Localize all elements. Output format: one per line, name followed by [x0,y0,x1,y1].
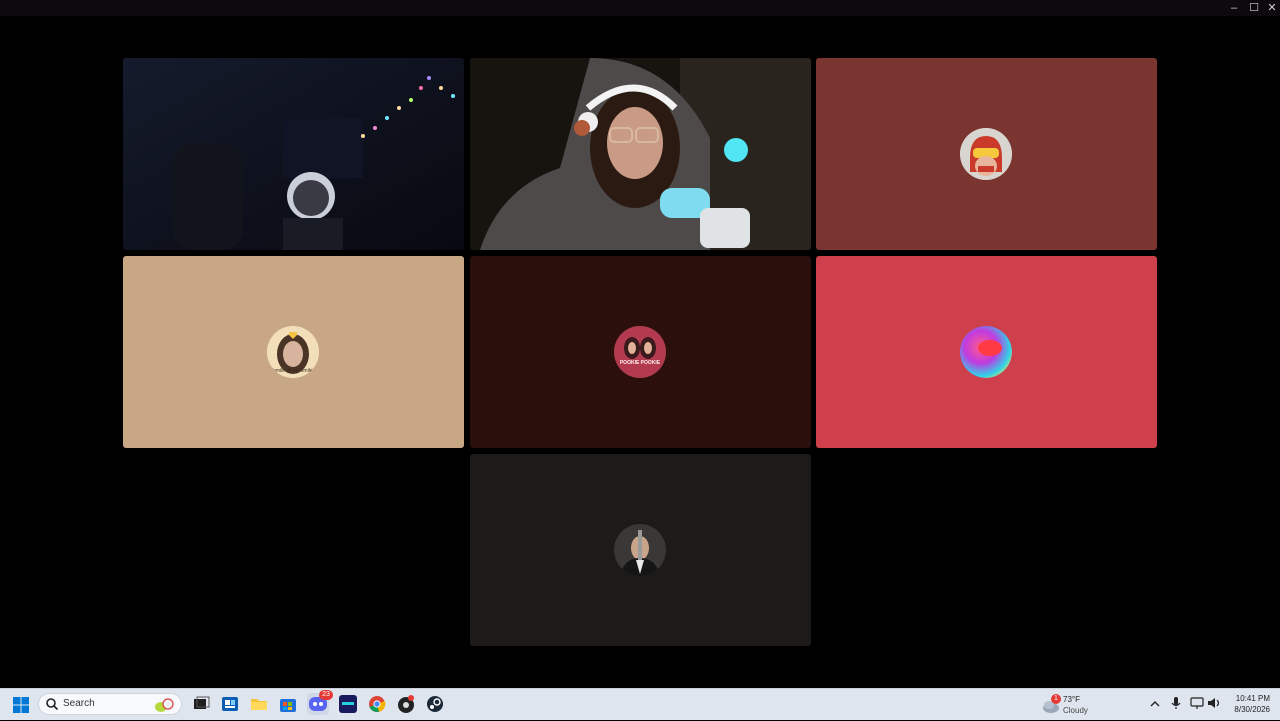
participant-2-video [470,58,811,250]
amazon-music-button[interactable] [337,693,359,715]
volume-tray[interactable] [1207,696,1221,715]
discord-notification-badge: 23 [319,690,333,700]
clock-date: 8/30/2026 [1234,705,1270,714]
task-view-icon [194,696,210,709]
task-view-button[interactable] [190,693,212,715]
weather-temperature: 73°F [1063,695,1080,704]
avatar-caption: *smile all my smile* [271,368,315,374]
microphone-tray[interactable] [1170,696,1182,715]
photo-avatar: *smile all my smile* [267,326,319,378]
network-icon [1190,697,1204,709]
store-bag-icon [280,699,296,712]
file-explorer-button[interactable] [248,693,270,715]
participant-1-video [123,58,464,250]
participant-tile-3[interactable] [816,58,1157,250]
window-title-bar: – ☐ ✕ [0,0,1280,16]
show-hidden-icons-button[interactable] [1149,697,1161,715]
microsoft-store-button[interactable] [277,693,299,715]
minimize-button[interactable]: – [1224,0,1244,16]
suit-avatar [614,524,666,576]
store-widget-icon [222,697,238,711]
taskbar-app-widget[interactable] [219,693,241,715]
steam-button[interactable] [424,693,446,715]
search-icon [46,698,59,711]
participant-tile-5[interactable]: POOKIE POOKIE [470,256,811,448]
red-helmet-avatar [960,128,1012,180]
pookie-avatar: POOKIE POOKIE [614,326,666,378]
search-highlight-icon [155,698,174,712]
participant-tile-2[interactable] [470,58,811,250]
chrome-icon [369,696,386,712]
chrome-button[interactable] [366,693,388,715]
search-placeholder: Search [63,698,95,709]
obs-icon [398,695,414,713]
microphone-icon [1171,697,1181,709]
windows-logo-icon [13,697,29,713]
speaker-icon [1208,698,1220,708]
close-button[interactable]: ✕ [1262,0,1280,16]
maximize-button[interactable]: ☐ [1244,0,1264,16]
steam-icon [427,696,443,712]
participant-tile-7[interactable] [470,454,811,646]
discord-button[interactable]: 23 [307,690,333,715]
taskbar: Search 23 1 73°F Cloudy 10:41 PM 8/30/20… [0,688,1280,720]
weather-widget[interactable]: 1 73°F Cloudy [1040,692,1100,718]
participant-tile-6[interactable] [816,256,1157,448]
search-input[interactable]: Search [38,693,182,715]
weather-notification-badge: 1 [1051,694,1061,704]
start-button[interactable] [10,694,32,716]
video-call-grid: *smile all my smile* POOKIE POOKIE [0,16,1280,688]
folder-icon [251,699,267,710]
network-tray[interactable] [1190,696,1204,715]
participant-tile-1[interactable] [123,58,464,250]
chevron-up-icon [1150,701,1160,707]
clock-time: 10:41 PM [1235,694,1270,703]
amazon-music-icon [339,695,357,713]
colorful-orb-avatar [960,326,1012,378]
avatar-caption: POOKIE POOKIE [619,360,661,366]
weather-description: Cloudy [1063,706,1088,715]
obs-button[interactable] [395,693,417,715]
participant-tile-4[interactable]: *smile all my smile* [123,256,464,448]
